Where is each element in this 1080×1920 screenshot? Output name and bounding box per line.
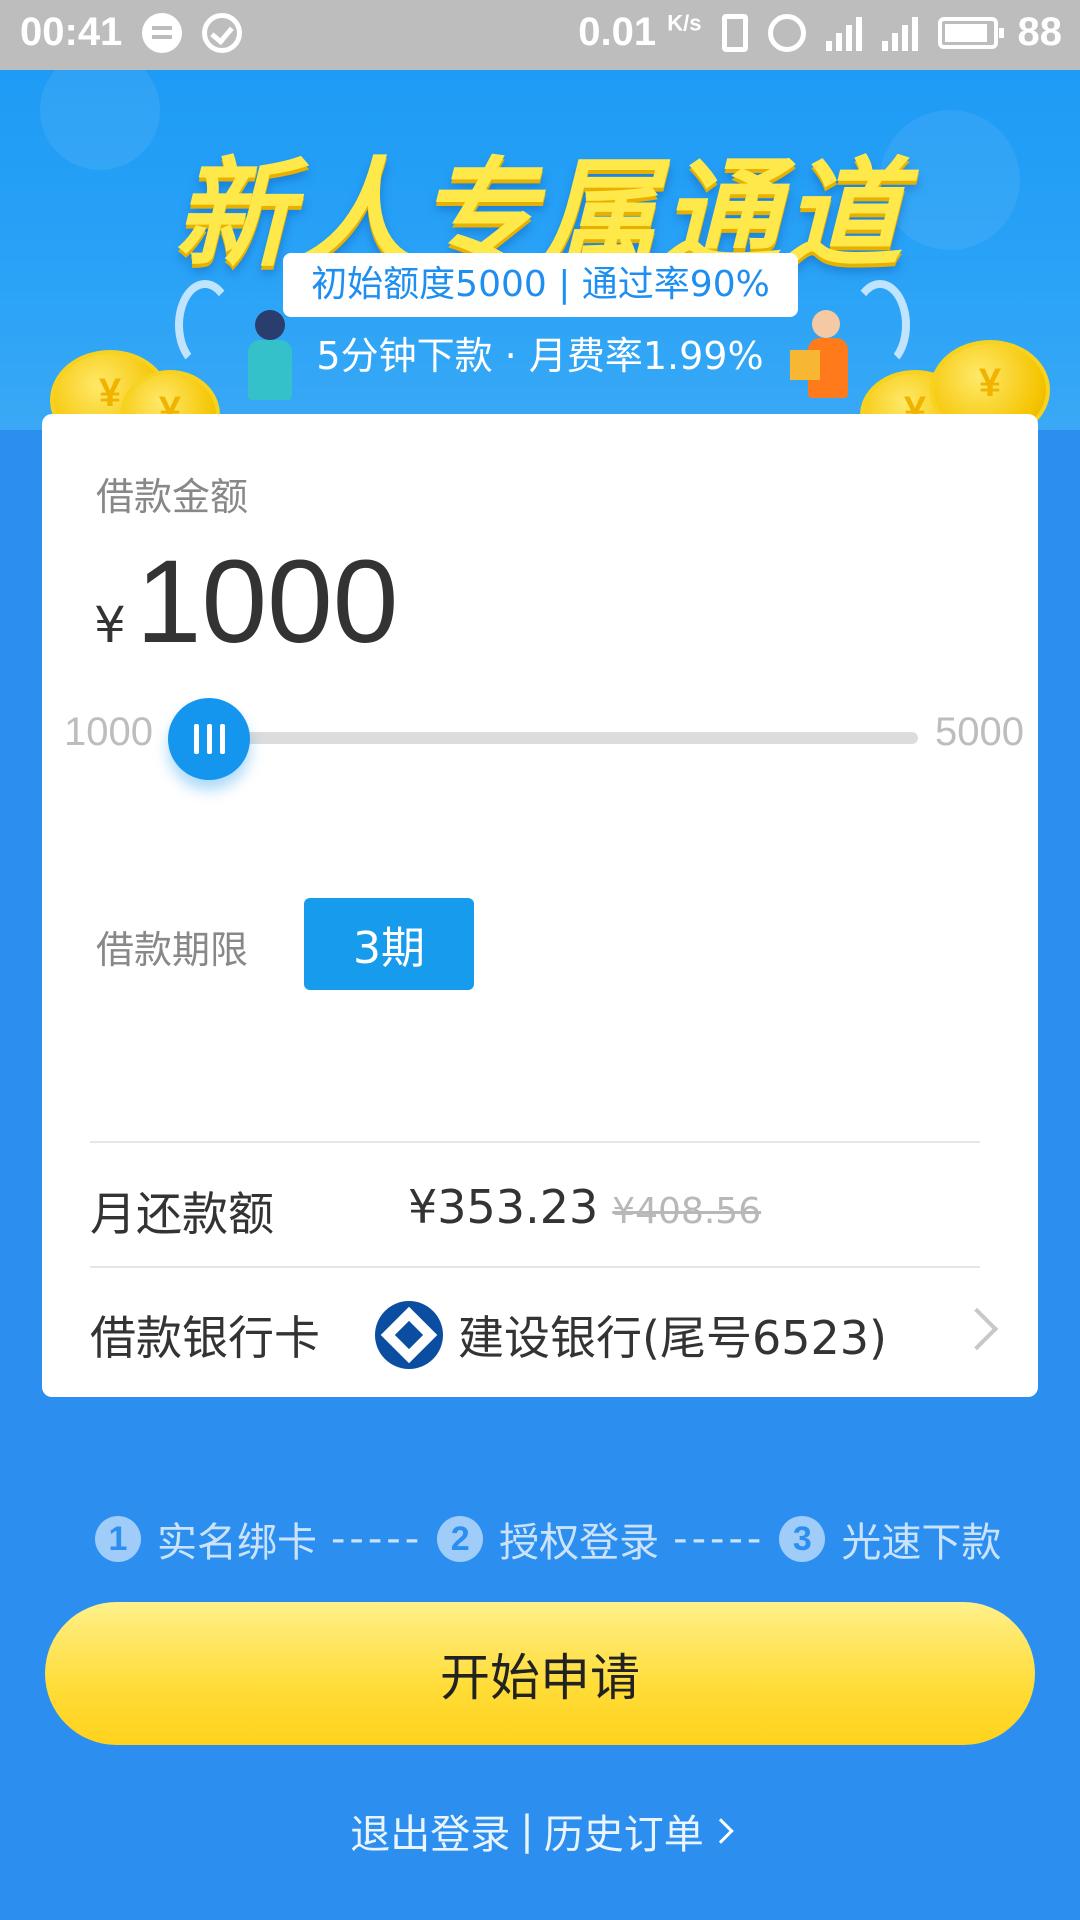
step-number: 2	[437, 1516, 484, 1562]
amount-slider-track[interactable]	[218, 732, 918, 744]
signal-icon	[825, 15, 862, 51]
term-option-button[interactable]: 3期	[304, 898, 474, 990]
start-application-button[interactable]: 开始申请	[45, 1602, 1035, 1745]
bank-card-selector[interactable]: 建设银行(尾号6523)	[458, 1302, 887, 1368]
amount-value: 1000	[135, 536, 399, 668]
bank-card-label: 借款银行卡	[90, 1311, 320, 1365]
monthly-repayment: ¥353.23 ¥408.56	[408, 1180, 761, 1234]
footer-separator: |	[520, 1808, 534, 1854]
promo-banner: 新人专属通道 初始额度5000 | 通过率90% 5分钟下款 · 月费率1.99…	[0, 70, 1080, 430]
alarm-icon	[767, 13, 806, 52]
step-label: 实名绑卡	[157, 1520, 317, 1566]
banner-quota-pill: 初始额度5000 | 通过率90%	[283, 253, 798, 317]
step-number: 3	[779, 1516, 826, 1562]
logout-link[interactable]: 退出登录	[350, 1802, 510, 1860]
loan-card: 借款金额 ¥ 1000 1000 5000 借款期限 3期 月还款额 ¥353.…	[42, 414, 1038, 1397]
divider	[90, 1141, 980, 1143]
step-label: 授权登录	[499, 1520, 660, 1566]
divider	[90, 1266, 980, 1268]
message-icon	[142, 12, 183, 53]
step-number: 1	[95, 1516, 141, 1562]
slider-max-label: 5000	[935, 710, 1024, 754]
ccb-bank-logo-icon[interactable]	[375, 1301, 443, 1369]
chevron-right-icon[interactable]	[955, 1307, 999, 1351]
step-connector: -----	[673, 1516, 766, 1562]
battery-icon	[937, 16, 1004, 49]
banner-subtitle: 5分钟下款 · 月费率1.99%	[316, 334, 764, 378]
status-bar: 00:41 0.01 K/s 88	[0, 0, 1080, 70]
step-connector: -----	[331, 1516, 424, 1562]
order-history-link[interactable]: 历史订单	[544, 1802, 704, 1860]
check-circle-icon	[202, 12, 243, 53]
network-speed: 0.01 K/s	[578, 10, 702, 54]
step-label: 光速下款	[841, 1520, 1002, 1566]
vibrate-icon	[721, 13, 748, 52]
slider-min-label: 1000	[64, 710, 153, 754]
amount-slider-handle[interactable]	[168, 698, 250, 780]
repay-amount: ¥353.23	[408, 1180, 599, 1234]
process-steps: 1 实名绑卡 ----- 2 授权登录 ----- 3 光速下款	[95, 1510, 1001, 1568]
footer-links: 退出登录 | 历史订单	[0, 1802, 1080, 1860]
amount-display: ¥ 1000	[94, 534, 398, 670]
repay-label: 月还款额	[90, 1187, 274, 1241]
signal-hd-icon	[881, 15, 918, 51]
battery-level: 88	[1017, 10, 1063, 54]
repay-original-amount: ¥408.56	[612, 1191, 762, 1232]
currency-symbol: ¥	[94, 596, 126, 654]
status-time: 00:41	[20, 10, 123, 54]
chevron-right-icon[interactable]	[708, 1818, 734, 1844]
amount-label: 借款金额	[96, 475, 249, 519]
term-label: 借款期限	[96, 928, 249, 972]
